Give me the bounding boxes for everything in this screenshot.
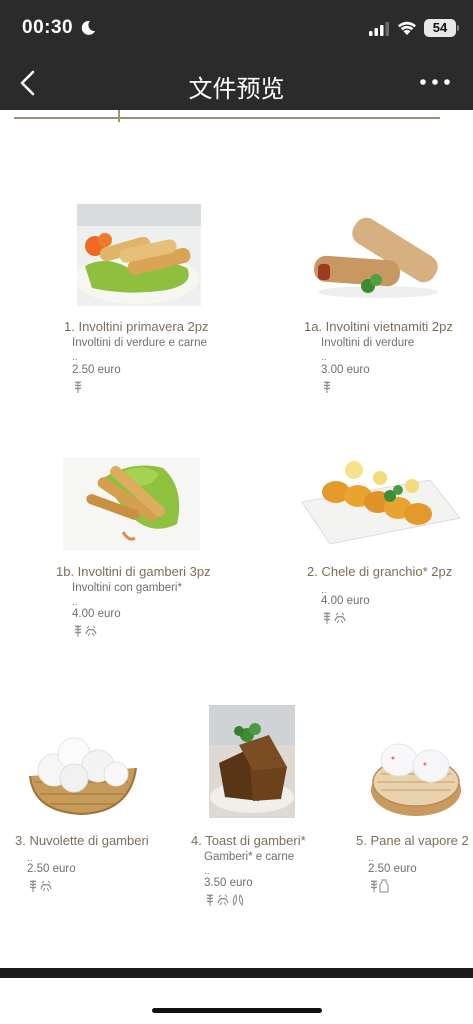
- dish-name: 5. Pane al vapore 2: [356, 833, 469, 848]
- page-title: 文件预览: [188, 75, 285, 103]
- dish-price: 4.00 euro: [321, 595, 370, 607]
- dish-name: 1b. Involtini di gamberi 3pz: [56, 564, 211, 579]
- home-area: [0, 978, 473, 1024]
- dish-description: Involtini con gamberi*: [72, 582, 182, 594]
- dish-name: 4. Toast di gamberi*: [191, 833, 306, 848]
- dish-price: 2.50 euro: [368, 863, 417, 875]
- dish-image-shrimp-rolls: [63, 458, 200, 550]
- dish-separator: ..: [72, 597, 78, 608]
- divider-ornament: [118, 110, 120, 122]
- gluten-icon: [74, 625, 82, 637]
- document-bottom-border: [0, 968, 473, 978]
- dish-name: 2. Chele di granchio* 2pz: [307, 564, 453, 579]
- crustacean-icon: [217, 894, 229, 906]
- dish-separator: ..: [72, 352, 78, 363]
- dish-image-vietnamese-rolls: [312, 214, 446, 302]
- dish-name: 1. Involtini primavera 2pz: [64, 319, 209, 334]
- dish-name: 1a. Involtini vietnamiti 2pz: [304, 319, 453, 334]
- gluten-icon: [206, 894, 214, 906]
- dish-separator: ..: [321, 352, 327, 363]
- status-bar: 00:30 54: [0, 0, 473, 58]
- dish-image-steamed-buns: [369, 730, 463, 818]
- dish-description: Involtini di verdure e carne: [72, 337, 207, 349]
- dish-price: 3.00 euro: [321, 364, 370, 376]
- dish-separator: ..: [204, 866, 210, 877]
- navigation-bar: 文件预览: [0, 58, 473, 110]
- dish-price: 3.50 euro: [204, 877, 253, 889]
- milk-icon: [379, 879, 389, 893]
- battery-indicator: 54: [424, 19, 456, 37]
- status-time: 00:30: [22, 17, 74, 38]
- dish-image-shrimp-toast: [209, 705, 295, 818]
- divider: [14, 117, 440, 119]
- cellular-signal-icon: [369, 22, 389, 36]
- crustacean-icon: [85, 625, 97, 637]
- dish-description: Gamberi* e carne: [204, 851, 295, 863]
- dish-name: 3. Nuvolette di gamberi: [15, 833, 149, 848]
- soy-icon: [232, 894, 244, 906]
- gluten-icon: [323, 612, 331, 624]
- dish-image-spring-rolls: [77, 204, 201, 306]
- gluten-icon: [74, 381, 82, 393]
- gluten-icon: [323, 381, 331, 393]
- dish-image-prawn-crackers: [24, 732, 140, 818]
- gluten-icon: [29, 880, 37, 892]
- dish-price: 2.50 euro: [27, 863, 76, 875]
- more-options-icon[interactable]: [418, 72, 452, 92]
- document-preview[interactable]: 1. Involtini primavera 2pz Involtini di …: [0, 110, 473, 968]
- battery-tip: [457, 25, 459, 31]
- dish-image-crab-claws: [300, 458, 462, 548]
- dish-price: 4.00 euro: [72, 608, 121, 620]
- moon-icon: [81, 20, 95, 35]
- crustacean-icon: [334, 612, 346, 624]
- home-indicator[interactable]: [152, 1008, 322, 1013]
- crustacean-icon: [40, 880, 52, 892]
- dish-description: Involtini di verdure: [321, 337, 415, 349]
- dish-price: 2.50 euro: [72, 364, 121, 376]
- wifi-icon: [398, 21, 416, 35]
